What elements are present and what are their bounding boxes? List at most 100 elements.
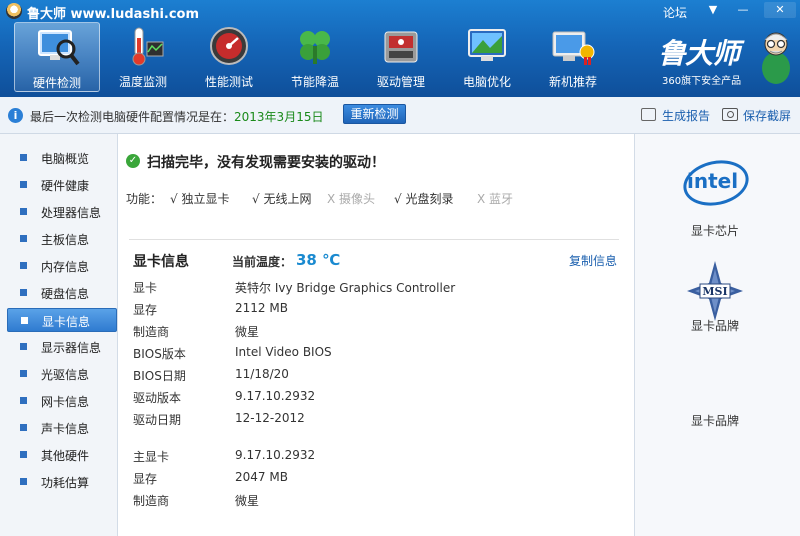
feature-item: √ 光盘刻录 [394, 192, 454, 206]
forum-link[interactable]: 论坛 [663, 4, 687, 21]
sidebar-item[interactable]: 其他硬件 [7, 443, 117, 467]
table-row: 驱动版本 9.17.10.2932 [133, 389, 613, 409]
table-row: 制造商 微星 [133, 323, 613, 343]
table-row: 主显卡 9.17.10.2932 [133, 448, 613, 468]
feature-item: √ 独立显卡 [170, 192, 230, 206]
table-row: 制造商 微星 [133, 492, 613, 512]
row-value: 2047 MB [235, 470, 288, 484]
row-key: 主显卡 [133, 450, 170, 464]
toolbar-speedometer-button[interactable]: 性能测试 [186, 22, 272, 92]
section-title: 显卡信息 [133, 254, 189, 270]
toolbar-label: 驱动管理 [376, 75, 425, 89]
row-key: 显卡 [133, 281, 158, 295]
monitor-magnifier-icon [36, 27, 80, 67]
brand-logo: 鲁大师 [658, 37, 740, 70]
sidebar-item[interactable]: 显卡信息 [7, 308, 117, 332]
toolbar-label: 新机推荐 [548, 75, 597, 89]
bullet-icon [20, 208, 27, 215]
sidebar-item-label: 其他硬件 [41, 449, 90, 463]
main-panel: ✓ 扫描完毕，没有发现需要安装的驱动！ 功能： √ 独立显卡 √ 无线上网 X 摄像… [119, 134, 633, 536]
camera-icon[interactable] [722, 108, 738, 121]
bullet-icon [21, 317, 28, 324]
rescan-button[interactable]: 重新检测 [343, 104, 406, 124]
sidebar-item[interactable]: 硬盘信息 [7, 281, 117, 305]
driver-box-icon [379, 26, 423, 66]
bullet-icon [20, 235, 27, 242]
toolbar-optimize-monitor-button[interactable]: 电脑优化 [444, 22, 530, 92]
sidebar-item[interactable]: 主板信息 [7, 227, 117, 251]
sidebar-item-label: 声卡信息 [41, 422, 90, 436]
sidebar-item[interactable]: 网卡信息 [7, 389, 117, 413]
chip-label: 显卡芯片 [691, 224, 740, 238]
toolbar-label: 硬件检测 [32, 76, 81, 90]
sidebar-item-label: 显示器信息 [41, 341, 102, 355]
row-value: 12-12-2012 [235, 411, 305, 425]
toolbar-driver-box-button[interactable]: 驱动管理 [358, 22, 444, 92]
mascot-icon [762, 32, 790, 84]
sidebar-item[interactable]: 声卡信息 [7, 416, 117, 440]
msi-logo-icon: MSI [687, 261, 743, 321]
sidebar-item[interactable]: 电脑概览 [7, 146, 117, 170]
check-icon: ✓ [126, 154, 140, 168]
toolbar-clover-button[interactable]: 节能降温 [272, 22, 358, 92]
sidebar-item-label: 显卡信息 [42, 315, 91, 329]
copy-info-link[interactable]: 复制信息 [569, 252, 617, 269]
speedometer-icon [207, 26, 251, 66]
sidebar-item[interactable]: 功耗估算 [7, 470, 117, 494]
bullet-icon [20, 181, 27, 188]
sidebar-item[interactable]: 显示器信息 [7, 335, 117, 359]
new-pc-icon [551, 26, 595, 66]
table-row: 驱动日期 12-12-2012 [133, 411, 613, 431]
menu-dropdown-button[interactable]: ▼ [700, 2, 726, 18]
toolbar-label: 温度监测 [118, 75, 167, 89]
row-value: 微星 [235, 325, 260, 339]
sidebar-item-label: 功耗估算 [41, 476, 90, 490]
sidebar-item-label: 硬件健康 [41, 179, 90, 193]
row-key: 显存 [133, 303, 158, 317]
bullet-icon [20, 478, 27, 485]
sidebar-item[interactable]: 处理器信息 [7, 200, 117, 224]
row-key: BIOS日期 [133, 369, 186, 383]
app-header: 鲁大师 www.ludashi.com 论坛 ▼ — ✕ 硬件检测 温度监测 性能测… [0, 0, 800, 97]
last-scan-date: 2013年3月15日 [234, 110, 324, 124]
row-value: 11/18/20 [235, 367, 289, 381]
close-button[interactable]: ✕ [764, 2, 796, 18]
sidebar-item-label: 内存信息 [41, 260, 90, 274]
sidebar-item[interactable]: 光驱信息 [7, 362, 117, 386]
toolbar-new-pc-button[interactable]: 新机推荐 [530, 22, 616, 92]
generate-report-button[interactable]: 生成报告 [662, 107, 710, 124]
row-key: 制造商 [133, 325, 170, 339]
toolbar-label: 性能测试 [204, 75, 253, 89]
bullet-icon [20, 154, 27, 161]
row-key: 驱动版本 [133, 391, 182, 405]
last-scan-prefix: 最后一次检测电脑硬件配置情况是在： [30, 110, 235, 124]
scan-result-message: 扫描完毕，没有发现需要安装的驱动！ [147, 155, 385, 171]
bullet-icon [20, 397, 27, 404]
toolbar-thermometer-button[interactable]: 温度监测 [100, 22, 186, 92]
table-row: 显卡 英特尔 Ivy Bridge Graphics Controller [133, 279, 613, 299]
report-icon[interactable] [641, 108, 656, 121]
table-row: BIOS日期 11/18/20 [133, 367, 613, 387]
feature-item: X 摄像头 [327, 192, 376, 206]
feature-item: √ 无线上网 [252, 192, 312, 206]
toolbar-label: 电脑优化 [462, 75, 511, 89]
minimize-button[interactable]: — [730, 2, 756, 18]
temperature-value: 38 ℃ [296, 251, 341, 269]
toolbar-monitor-magnifier-button[interactable]: 硬件检测 [14, 22, 100, 92]
feature-list: 功能： √ 独立显卡 √ 无线上网 X 摄像头 √ 光盘刻录 X 蓝牙 [126, 190, 626, 208]
row-key: BIOS版本 [133, 347, 186, 361]
clover-icon [293, 26, 337, 66]
save-screenshot-button[interactable]: 保存截屏 [743, 107, 791, 124]
row-key: 制造商 [133, 494, 170, 508]
sidebar-item-label: 主板信息 [41, 233, 90, 247]
row-value: 9.17.10.2932 [235, 389, 316, 403]
table-row: 显存 2112 MB [133, 301, 613, 321]
msi-logo-text: MSI [702, 285, 727, 298]
sidebar-item[interactable]: 内存信息 [7, 254, 117, 278]
temperature-label: 当前温度： [232, 255, 293, 269]
features-label: 功能： [126, 192, 163, 206]
vendor-label: 显卡品牌 [691, 319, 740, 333]
info-icon: i [8, 108, 23, 123]
sidebar-item-label: 处理器信息 [41, 206, 102, 220]
sidebar-item[interactable]: 硬件健康 [7, 173, 117, 197]
